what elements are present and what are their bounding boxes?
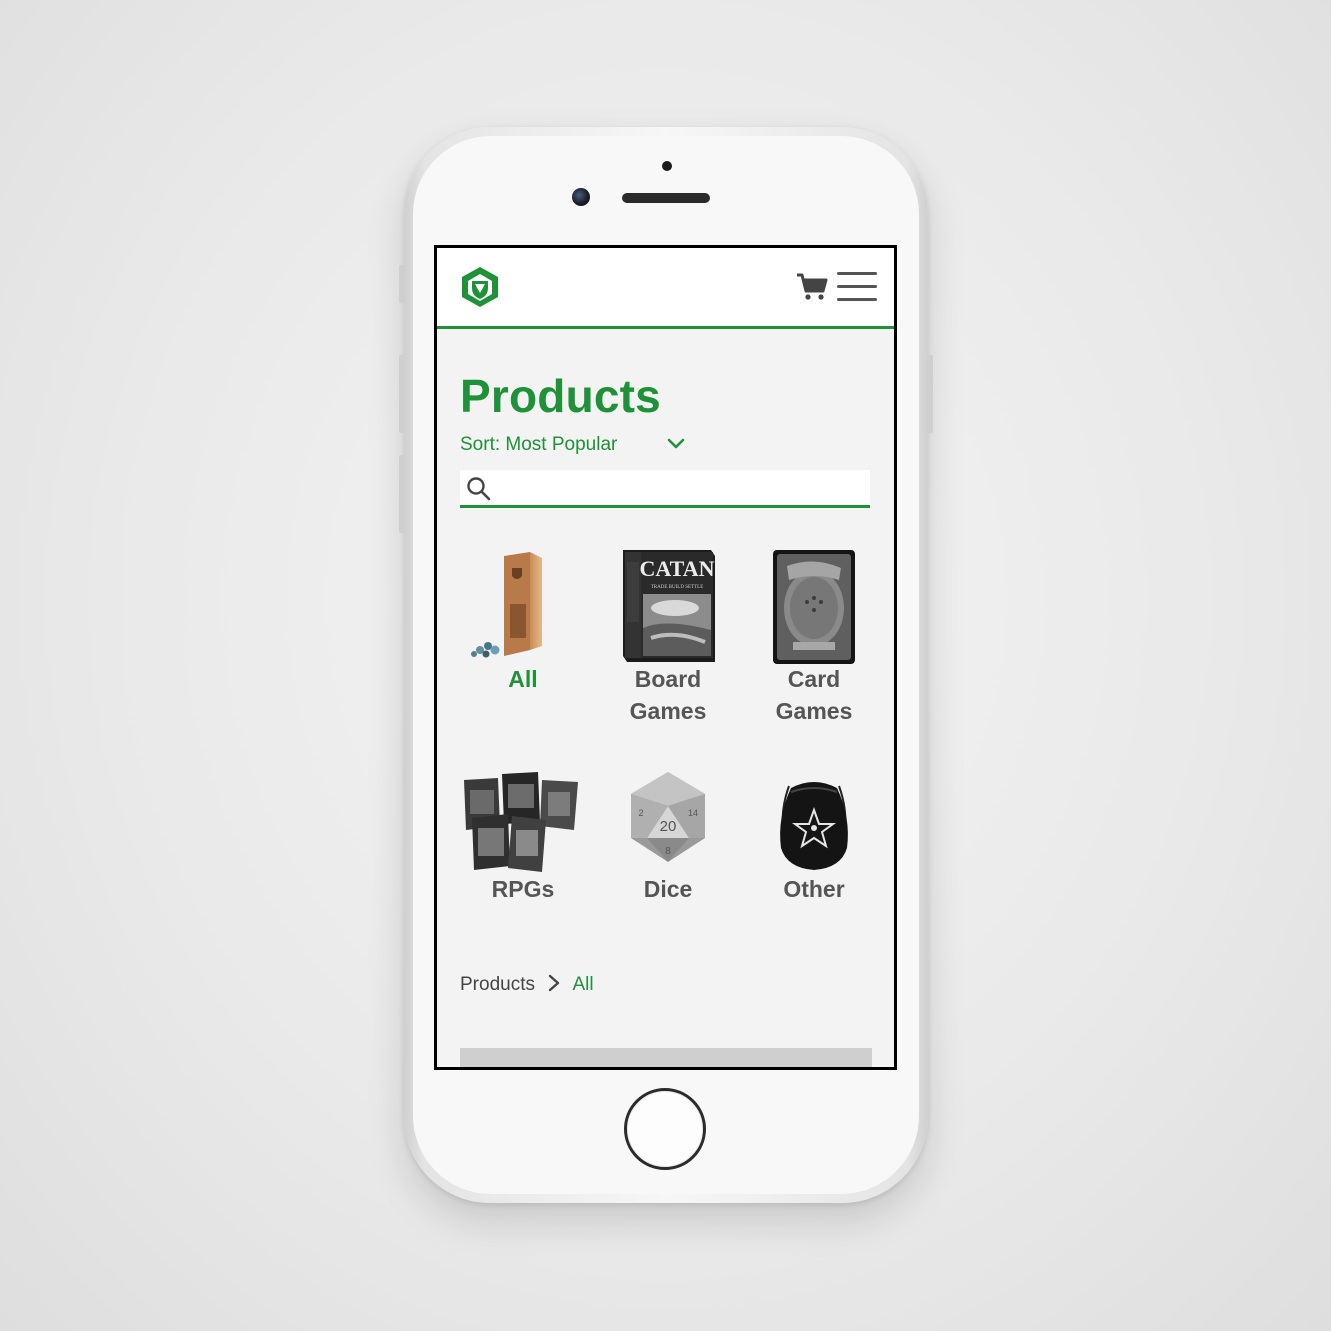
category-label: All: [508, 666, 538, 692]
category-label: Board Games: [629, 666, 707, 724]
catan-box-image: CATAN TRADE BUILD SETTLE: [623, 550, 715, 662]
chevron-down-icon: [667, 438, 685, 449]
magic-card-image: [773, 550, 855, 664]
breadcrumb-current[interactable]: All: [573, 974, 594, 995]
category-label: RPGs: [491, 876, 555, 902]
top-navigation-bar: [437, 248, 894, 329]
search-bar: [460, 470, 870, 508]
dice-bag-image: [780, 782, 848, 870]
phone-volume-down: [399, 455, 405, 533]
catan-title-text: CATAN: [640, 556, 715, 581]
dice-tower-image: [471, 552, 542, 658]
page-title: Products: [460, 370, 661, 422]
category-rpgs[interactable]: RPGs: [460, 768, 586, 918]
category-dice[interactable]: 20 8 2 14 Dice: [605, 768, 731, 918]
breadcrumb: Products All: [460, 971, 594, 999]
search-input[interactable]: [500, 472, 864, 504]
phone-mute-switch: [399, 265, 405, 303]
d20-right-number: 14: [688, 808, 698, 818]
hexagon-shield-logo[interactable]: [460, 266, 500, 308]
rpg-books-image: [464, 772, 578, 872]
category-other[interactable]: Other: [751, 768, 877, 918]
product-list-placeholder: [460, 1048, 872, 1067]
category-all[interactable]: All: [460, 546, 586, 696]
d20-left-number: 2: [638, 808, 643, 818]
shopping-cart-icon[interactable]: [796, 272, 828, 302]
hamburger-menu-icon[interactable]: [837, 270, 879, 304]
front-camera: [572, 188, 590, 206]
sort-dropdown[interactable]: Sort: Most Popular: [460, 431, 690, 459]
search-icon: [467, 477, 491, 501]
category-label: Other: [783, 876, 845, 902]
breadcrumb-root[interactable]: Products: [460, 974, 535, 995]
chevron-right-icon: [549, 974, 560, 992]
category-label: Card Games: [775, 666, 853, 724]
proximity-sensor: [662, 161, 672, 171]
earpiece-speaker: [622, 193, 710, 203]
phone-power-button: [927, 355, 933, 433]
home-button[interactable]: [624, 1088, 706, 1170]
phone-volume-up: [399, 355, 405, 433]
d20-face-number: 20: [660, 818, 677, 835]
sort-label: Sort: Most Popular: [460, 434, 618, 455]
d20-die-image: 20 8 2 14: [631, 772, 705, 862]
catan-subtitle-text: TRADE BUILD SETTLE: [651, 585, 704, 590]
category-card-games[interactable]: Card Games: [751, 546, 877, 731]
category-label: Dice: [643, 876, 693, 902]
category-board-games[interactable]: CATAN TRADE BUILD SETTLE Board Games: [605, 546, 731, 731]
app-screen: Products Sort: Most Popular All CATAN TR…: [434, 245, 897, 1070]
d20-lower-number: 8: [665, 846, 671, 857]
